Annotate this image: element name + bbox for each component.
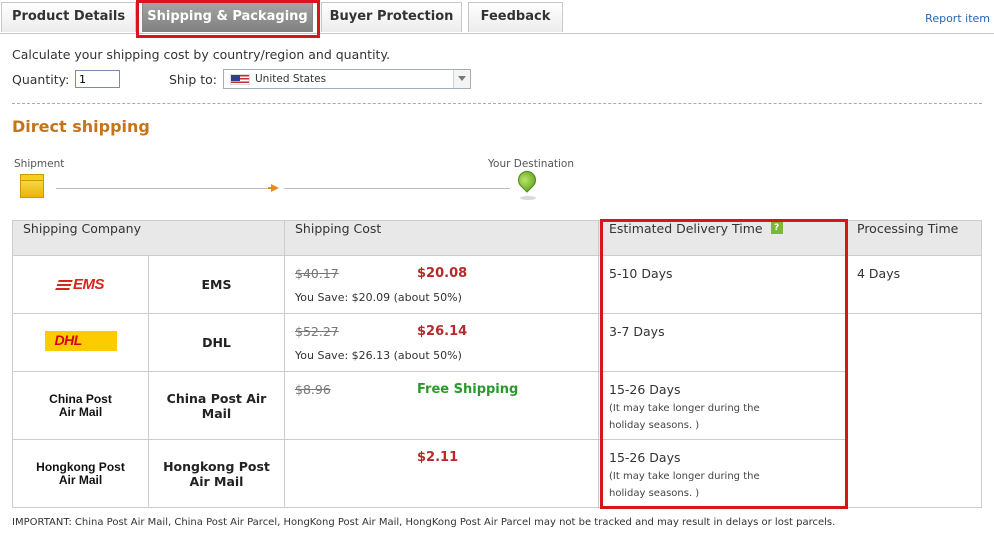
cost-cell: $8.96 Free Shipping: [284, 371, 599, 440]
discounted-price: $26.14: [417, 324, 468, 339]
savings-text: You Save: $20.09 (about 50%): [295, 291, 462, 304]
route-line: [56, 188, 268, 189]
tab-shipping-packaging[interactable]: Shipping & Packaging: [142, 2, 313, 32]
delivery-time: 15-26 Days (It may take longer during th…: [598, 439, 847, 508]
pin-shadow: [520, 196, 536, 200]
quantity-input[interactable]: [75, 70, 120, 88]
us-flag-icon: [230, 74, 250, 85]
table-row: EMS EMS $40.17 $20.08 You Save: $20.09 (…: [12, 255, 982, 314]
header-delivery-time: Estimated Delivery Time?: [598, 220, 847, 256]
table-row: DHL DHL $52.27 $26.14 You Save: $26.13 (…: [12, 313, 982, 508]
cost-cell: $52.27 $26.14 You Save: $26.13 (about 50…: [284, 313, 599, 372]
section-divider: [12, 103, 982, 104]
quantity-label: Quantity:: [12, 72, 70, 87]
route-destination-label: Your Destination: [488, 158, 575, 170]
company-name: China Post Air Mail: [148, 371, 285, 440]
table-row: Hongkong Post Air Mail Hongkong Post Air M…: [12, 439, 982, 508]
delivery-time: 3-7 Days: [598, 313, 847, 372]
route-arrow-icon: [271, 184, 279, 192]
ship-to-select[interactable]: United States: [223, 69, 471, 89]
processing-time-empty: [846, 313, 982, 508]
savings-text: You Save: $26.13 (about 50%): [295, 349, 462, 362]
company-name: Hongkong Post Air Mail: [148, 439, 285, 508]
delivery-note: (It may take longer during the holiday se…: [609, 471, 760, 499]
ship-to-label: Ship to:: [169, 72, 217, 87]
dhl-logo: DHL: [12, 313, 149, 372]
calculator-description: Calculate your shipping cost by country/…: [12, 47, 391, 62]
ems-logo: EMS: [12, 255, 149, 314]
tab-feedback[interactable]: Feedback: [468, 2, 563, 32]
free-shipping-label: Free Shipping: [417, 382, 519, 397]
tab-divider: [0, 33, 994, 34]
delivery-time: 5-10 Days: [598, 255, 847, 314]
section-title: Direct shipping: [12, 117, 150, 136]
original-price: $52.27: [295, 324, 339, 339]
destination-pin-icon: [514, 167, 540, 193]
route-origin-label: Shipment: [14, 158, 65, 170]
header-shipping-cost: Shipping Cost: [284, 220, 599, 256]
shipping-table: Shipping Company Shipping Cost Estimated…: [12, 220, 982, 508]
help-icon[interactable]: ?: [770, 222, 783, 234]
dropdown-arrow-icon[interactable]: [453, 70, 470, 88]
tab-bar: Product Details Shipping & Packaging Buy…: [0, 0, 994, 38]
company-name: EMS: [148, 255, 285, 314]
header-processing-time: Processing Time: [846, 220, 982, 256]
hongkong-post-logo: Hongkong Post Air Mail: [12, 439, 149, 508]
china-post-logo: China Post Air Mail: [12, 371, 149, 440]
tab-product-details[interactable]: Product Details: [1, 2, 136, 32]
processing-time: 4 Days: [846, 255, 982, 314]
cost-cell: $2.11: [284, 439, 599, 508]
original-price: $40.17: [295, 266, 339, 281]
discounted-price: $2.11: [417, 450, 459, 465]
important-notice: IMPORTANT: China Post Air Mail, China Po…: [12, 517, 836, 528]
original-price: $8.96: [295, 382, 331, 397]
table-row: China Post Air Mail China Post Air Mail $8…: [12, 371, 982, 440]
report-item-link[interactable]: Report item: [925, 12, 990, 25]
table-header-row: Shipping Company Shipping Cost Estimated…: [12, 220, 982, 256]
delivery-note: (It may take longer during the holiday se…: [609, 403, 760, 431]
route-line: [284, 188, 510, 189]
discounted-price: $20.08: [417, 266, 468, 281]
header-shipping-company: Shipping Company: [12, 220, 285, 256]
tab-buyer-protection[interactable]: Buyer Protection: [321, 2, 462, 32]
company-name: DHL: [148, 313, 285, 372]
delivery-time: 15-26 Days (It may take longer during th…: [598, 371, 847, 440]
package-icon: [20, 174, 44, 198]
cost-cell: $40.17 $20.08 You Save: $20.09 (about 50…: [284, 255, 599, 314]
ship-to-value: United States: [255, 73, 327, 85]
